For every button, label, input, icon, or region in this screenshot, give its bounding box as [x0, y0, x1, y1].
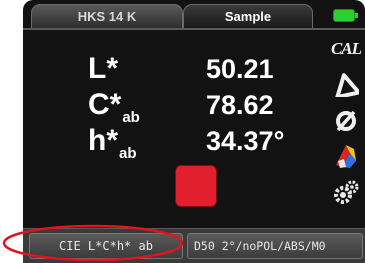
measurement-row-l: L* 50.21: [23, 52, 323, 86]
tab-reference[interactable]: HKS 14 K: [31, 4, 183, 28]
h-star-label: h*ab: [88, 124, 137, 162]
tab-divider: [23, 28, 365, 30]
tab-bar: HKS 14 K Sample: [23, 0, 365, 30]
tab-reference-label: HKS 14 K: [77, 9, 137, 24]
h-star-subscript: ab: [119, 145, 137, 162]
measurement-row-c: C*ab 78.62: [23, 88, 323, 126]
tab-sample[interactable]: Sample: [183, 4, 313, 28]
battery-icon: [334, 10, 358, 21]
settings-gears-icon[interactable]: [329, 178, 363, 208]
c-star-value: 78.62: [206, 90, 274, 120]
conditions-label: D50 2°/noPOL/ABS/M0: [194, 239, 326, 253]
color-swatch[interactable]: [176, 166, 216, 206]
c-star-label: C*ab: [88, 88, 140, 126]
h-star-value: 34.37°: [206, 126, 285, 156]
conditions-button[interactable]: D50 2°/noPOL/ABS/M0: [187, 233, 363, 259]
measurement-row-h: h*ab 34.37°: [23, 124, 323, 162]
l-star-label: L*: [88, 52, 118, 85]
side-toolbar: CAL: [327, 34, 365, 224]
color-palette-icon[interactable]: [329, 140, 363, 170]
cal-icon[interactable]: CAL: [329, 34, 363, 64]
null-icon[interactable]: [329, 106, 363, 136]
delta-icon[interactable]: [329, 70, 363, 100]
tab-sample-label: Sample: [224, 9, 272, 24]
l-star-value: 50.21: [206, 54, 274, 84]
highlight-ellipse-annotation: [2, 224, 184, 262]
